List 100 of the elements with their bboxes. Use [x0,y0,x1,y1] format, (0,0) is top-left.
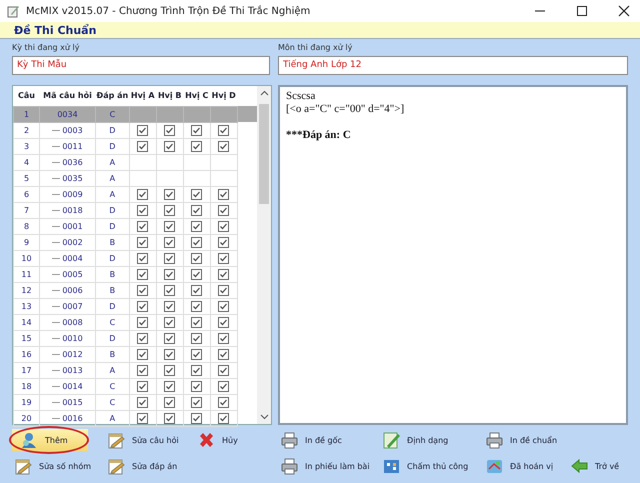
checkbox[interactable] [218,364,230,376]
checkbox[interactable] [191,140,202,152]
toolbar-button[interactable]: Sửa đáp án [105,455,195,477]
checkbox[interactable] [164,220,176,232]
checkbox[interactable] [164,236,176,248]
checkbox[interactable] [137,316,148,328]
checkbox[interactable] [164,348,176,360]
table-row[interactable]: 16 0012 B [14,346,256,362]
checkbox[interactable] [137,140,148,152]
checkbox[interactable] [191,284,202,296]
checkbox[interactable] [137,204,148,216]
toolbar-button[interactable]: Chấm thủ công [380,455,483,477]
table-row[interactable]: 4 0036 A [14,154,256,170]
checkbox[interactable] [164,188,176,200]
checkbox[interactable] [218,316,230,328]
toolbar-button[interactable]: Sửa câu hỏi [105,429,195,451]
checkbox[interactable] [218,284,230,296]
checkbox[interactable] [164,268,176,280]
table-row[interactable]: 15 0010 D [14,330,256,346]
checkbox[interactable] [191,300,202,312]
checkbox[interactable] [218,348,230,360]
checkbox[interactable] [137,364,148,376]
table-row[interactable]: 19 0015 C [14,394,256,410]
checkbox[interactable] [191,268,202,280]
checkbox[interactable] [164,204,176,216]
checkbox[interactable] [164,252,176,264]
checkbox[interactable] [191,220,202,232]
text-field[interactable]: Tiếng Anh Lớp 12 [278,56,628,75]
checkbox[interactable] [218,220,230,232]
checkbox[interactable] [164,396,176,408]
table-row[interactable]: 9 0002 B [14,234,256,250]
checkbox[interactable] [137,380,148,392]
table-row[interactable]: 7 0018 D [14,202,256,218]
checkbox[interactable] [137,188,148,200]
checkbox[interactable] [218,300,230,312]
maximize-icon[interactable] [576,5,588,17]
checkbox[interactable] [137,300,148,312]
table-row[interactable]: 14 0008 C [14,314,256,330]
toolbar-button[interactable]: Định dạng [380,429,483,451]
toolbar-button[interactable]: Trở về [568,455,622,477]
toolbar-button[interactable]: Hủy [195,429,278,451]
checkbox[interactable] [137,412,148,424]
toolbar-button[interactable]: Thêm [12,429,88,451]
checkbox[interactable] [137,236,148,248]
table-row[interactable]: 17 0013 A [14,362,256,378]
checkbox[interactable] [137,396,148,408]
checkbox[interactable] [218,140,230,152]
checkbox[interactable] [218,332,230,344]
scrollbar[interactable] [257,86,271,424]
checkbox[interactable] [218,412,230,424]
checkbox[interactable] [218,268,230,280]
checkbox[interactable] [191,252,202,264]
table-row[interactable]: 8 0001 D [14,218,256,234]
toolbar-button[interactable]: Sửa số nhóm [12,455,105,477]
table-row[interactable]: 18 0014 C [14,378,256,394]
checkbox[interactable] [164,412,176,424]
text-field[interactable]: Kỳ Thi Mẫu [12,56,270,75]
toolbar-button[interactable]: In đề gốc [278,429,380,451]
table-row[interactable]: 6 0009 A [14,186,256,202]
checkbox[interactable] [137,332,148,344]
checkbox[interactable] [164,332,176,344]
checkbox[interactable] [137,252,148,264]
toolbar-button[interactable]: In đề chuẩn [483,429,568,451]
checkbox[interactable] [137,348,148,360]
table-row[interactable]: 13 0007 D [14,298,256,314]
checkbox[interactable] [191,364,202,376]
checkbox[interactable] [191,236,202,248]
checkbox[interactable] [137,284,148,296]
checkbox[interactable] [191,412,202,424]
checkbox[interactable] [191,124,202,136]
toolbar-button[interactable]: Đã hoán vị [483,455,568,477]
checkbox[interactable] [164,124,176,136]
checkbox[interactable] [191,348,202,360]
checkbox[interactable] [218,396,230,408]
checkbox[interactable] [164,140,176,152]
checkbox[interactable] [191,316,202,328]
checkbox[interactable] [164,380,176,392]
table-row[interactable]: 2 0003 D [14,122,256,138]
scroll-thumb[interactable] [259,104,269,204]
checkbox[interactable] [218,380,230,392]
scroll-down-icon[interactable] [260,414,268,420]
checkbox[interactable] [218,124,230,136]
toolbar-button[interactable]: In phiếu làm bài [278,455,380,477]
checkbox[interactable] [164,284,176,296]
checkbox[interactable] [218,252,230,264]
checkbox[interactable] [164,364,176,376]
table-row[interactable]: 11 0005 B [14,266,256,282]
table-row[interactable]: 10 0004 D [14,250,256,266]
table-row[interactable]: 5 0035 A [14,170,256,186]
table-row[interactable]: 3 0011 D [14,138,256,154]
checkbox[interactable] [191,204,202,216]
checkbox[interactable] [137,268,148,280]
checkbox[interactable] [137,220,148,232]
close-icon[interactable] [618,5,630,17]
checkbox[interactable] [218,204,230,216]
checkbox[interactable] [191,396,202,408]
checkbox[interactable] [164,300,176,312]
table-row[interactable]: 1 0034 C [14,106,256,122]
checkbox[interactable] [164,316,176,328]
checkbox[interactable] [137,124,148,136]
